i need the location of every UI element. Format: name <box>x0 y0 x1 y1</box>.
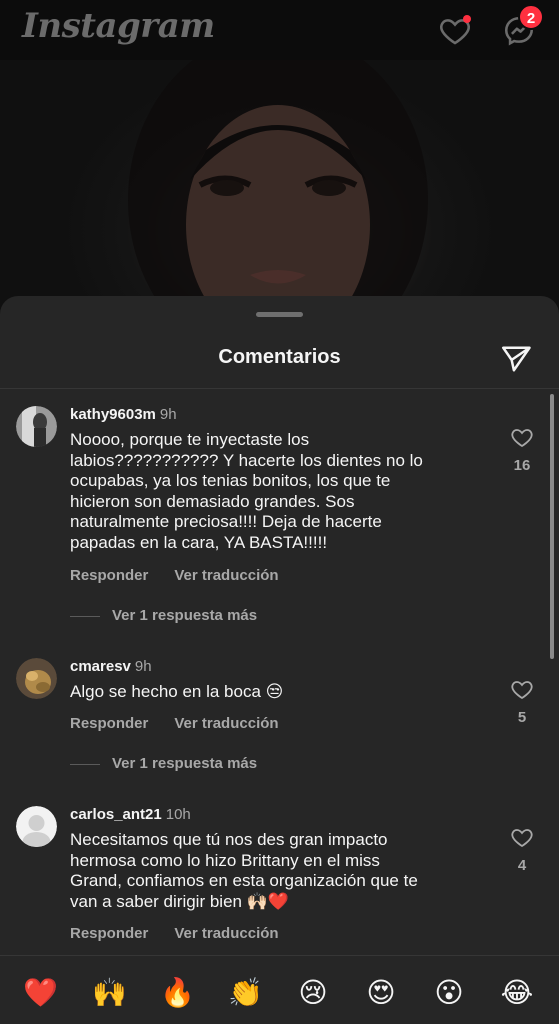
like-count: 5 <box>517 709 527 726</box>
like-heart-icon[interactable] <box>510 678 534 700</box>
emoji-raised-hands[interactable]: 🙌 <box>92 976 127 1010</box>
instagram-logo[interactable]: Instagram <box>22 6 215 46</box>
comment-actions: Responder Ver traducción <box>70 925 279 942</box>
comments-sheet: Comentarios kathy9603m 9h Noooo, porque t… <box>0 296 559 1024</box>
comment-username[interactable]: carlos_ant21 <box>70 806 162 823</box>
comment-time: 9h <box>134 658 152 675</box>
notification-dot <box>463 15 471 23</box>
emoji-clapping-hands[interactable]: 👏 <box>228 976 263 1010</box>
sheet-drag-handle[interactable] <box>256 312 303 317</box>
post-image <box>0 60 559 320</box>
translate-button[interactable]: Ver traducción <box>174 925 278 942</box>
divider <box>0 388 559 389</box>
comment-header: kathy9603m 9h <box>70 406 177 423</box>
comment-text: Noooo, porque te inyectaste los labios??… <box>70 430 423 552</box>
emoji-surprised-face[interactable]: 😮 <box>432 976 466 1010</box>
view-more-replies[interactable]: Ver 1 respuesta más <box>70 607 257 624</box>
messages-badge: 2 <box>518 4 544 30</box>
comment-actions: Responder Ver traducción <box>70 567 279 584</box>
like-heart-icon[interactable] <box>510 426 534 448</box>
comment-time: 9h <box>159 406 177 423</box>
view-more-replies-label: Ver 1 respuesta más <box>112 607 258 624</box>
reply-button[interactable]: Responder <box>70 715 148 732</box>
comment-username[interactable]: cmaresv <box>70 658 131 675</box>
comment-like: 16 <box>509 426 535 474</box>
translate-button[interactable]: Ver traducción <box>174 567 278 584</box>
emoji-heart-eyes[interactable]: 😍 <box>364 976 398 1010</box>
comment-like: 4 <box>509 826 535 874</box>
avatar[interactable] <box>16 406 57 447</box>
reply-button[interactable]: Responder <box>70 567 148 584</box>
sheet-title: Comentarios <box>218 346 341 368</box>
emoji-heart[interactable]: ❤️ <box>23 976 58 1010</box>
like-heart-icon[interactable] <box>510 826 534 848</box>
reply-line <box>70 763 100 765</box>
comment-like: 5 <box>509 678 535 726</box>
comment-header: carlos_ant21 10h <box>70 806 191 823</box>
translate-button[interactable]: Ver traducción <box>174 715 278 732</box>
reply-button[interactable]: Responder <box>70 925 148 942</box>
comment-actions: Responder Ver traducción <box>70 715 279 732</box>
scrollbar[interactable] <box>550 394 554 659</box>
view-more-replies[interactable]: Ver 1 respuesta más <box>70 755 257 772</box>
comment-username[interactable]: kathy9603m <box>70 406 156 423</box>
emoji-laughing-tears[interactable]: 😂 <box>500 976 534 1010</box>
view-more-replies-label: Ver 1 respuesta más <box>112 755 258 772</box>
like-count: 4 <box>517 857 527 874</box>
share-send-icon[interactable] <box>500 344 534 374</box>
avatar[interactable] <box>16 658 57 699</box>
like-count: 16 <box>513 457 531 474</box>
comment-text: Necesitamos que tú nos des gran impacto … <box>70 830 418 911</box>
comment-header: cmaresv 9h <box>70 658 152 675</box>
avatar[interactable] <box>16 806 57 847</box>
comment-text: Algo se hecho en la boca 😒 <box>70 682 284 701</box>
comment-time: 10h <box>165 806 191 823</box>
emoji-crying-face[interactable]: 😢 <box>296 976 330 1010</box>
app-header: Instagram 2 <box>0 0 559 60</box>
emoji-reaction-bar: ❤️ 🙌 🔥 👏 😢 😍 😮 😂 <box>0 955 559 1024</box>
emoji-fire[interactable]: 🔥 <box>160 976 195 1010</box>
reply-line <box>70 615 100 617</box>
